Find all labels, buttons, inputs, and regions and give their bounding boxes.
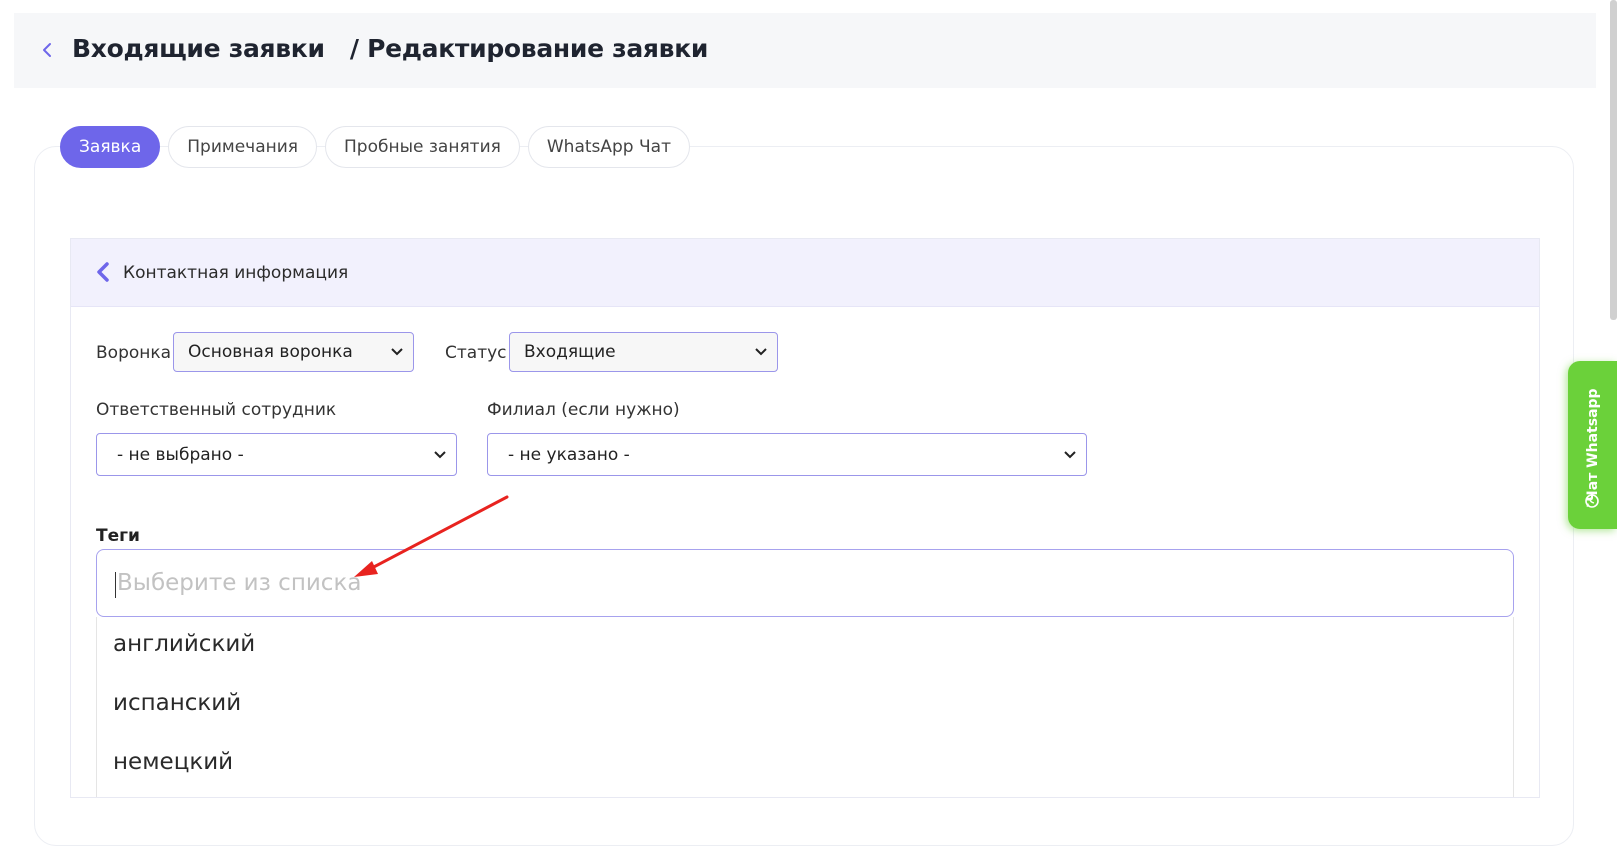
responsible-select[interactable]: - не выбрано - [96, 433, 457, 476]
page-title: Входящие заявки / Редактирование заявки [72, 34, 709, 63]
whatsapp-chat-widget[interactable]: Чат Whatsapp [1568, 361, 1617, 529]
status-value: Входящие [524, 342, 616, 362]
chevron-down-icon [1064, 450, 1076, 458]
chevron-down-icon [391, 348, 403, 356]
branch-label: Филиал (если нужно) [487, 400, 680, 420]
tag-option-german[interactable]: немецкий [113, 749, 233, 775]
tab-trial-lessons[interactable]: Пробные занятия [325, 126, 520, 168]
tags-input[interactable]: Выберите из списка [96, 549, 1514, 617]
tags-placeholder: Выберите из списка [117, 570, 362, 596]
tags-dropdown: английский испанский немецкий [96, 617, 1514, 797]
funnel-value: Основная воронка [188, 342, 353, 362]
tab-request[interactable]: Заявка [60, 126, 161, 168]
tab-notes[interactable]: Примечания [168, 126, 318, 168]
text-cursor [115, 572, 116, 598]
tab-bar: Заявка Примечания Пробные занятия WhatsA… [60, 126, 690, 168]
chevron-down-icon [755, 348, 767, 356]
chevron-left-icon[interactable] [40, 40, 54, 60]
responsible-label: Ответственный сотрудник [96, 400, 337, 420]
whatsapp-widget-label: Чат Whatsapp [1585, 388, 1601, 502]
tags-label: Теги [96, 526, 140, 546]
section-title: Контактная информация [123, 263, 349, 283]
chevron-down-icon [434, 450, 446, 458]
responsible-value: - не выбрано - [117, 444, 244, 465]
status-label: Статус [445, 343, 507, 363]
tag-option-spanish[interactable]: испанский [113, 690, 241, 716]
branch-value: - не указано - [508, 444, 630, 465]
page-scrollbar[interactable] [1610, 0, 1617, 320]
funnel-select[interactable]: Основная воронка [173, 332, 414, 372]
whatsapp-icon [1585, 494, 1599, 508]
chevron-left-icon[interactable] [95, 260, 111, 284]
status-select[interactable]: Входящие [509, 332, 778, 372]
funnel-label: Воронка [96, 343, 172, 363]
contact-info-header[interactable]: Контактная информация [71, 239, 1539, 307]
tab-whatsapp-chat[interactable]: WhatsApp Чат [527, 126, 690, 168]
tag-option-english[interactable]: английский [113, 631, 255, 657]
branch-select[interactable]: - не указано - [487, 433, 1087, 476]
